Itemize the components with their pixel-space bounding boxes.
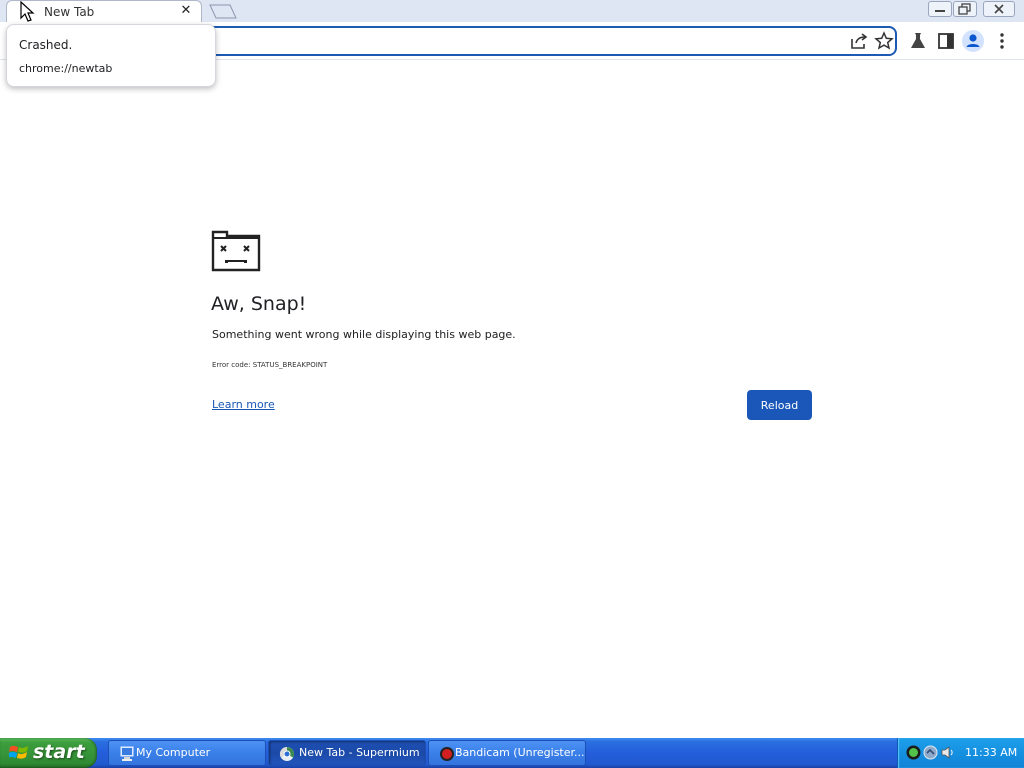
hover-card-url: chrome://newtab — [19, 62, 113, 75]
my-computer-icon — [120, 746, 134, 761]
taskbar-item-bandicam[interactable]: Bandicam (Unregister... — [428, 740, 586, 766]
restore-icon — [958, 3, 971, 15]
windows-logo-icon — [9, 745, 28, 759]
tab-hover-card: Crashed. chrome://newtab — [6, 24, 216, 87]
reload-button[interactable]: Reload — [747, 390, 812, 420]
bookmark-star-icon[interactable] — [874, 31, 894, 51]
address-bar[interactable] — [200, 26, 897, 56]
bandicam-icon — [440, 747, 454, 761]
taskbar-item-label: Bandicam (Unregister... — [455, 746, 585, 759]
profile-avatar-icon[interactable] — [962, 30, 984, 52]
minimize-button[interactable] — [928, 1, 952, 17]
tab-strip: New Tab ✕ — [0, 0, 1024, 23]
new-tab-button[interactable] — [208, 4, 238, 19]
speaker-icon[interactable] — [940, 745, 955, 760]
learn-more-link[interactable]: Learn more — [212, 398, 275, 411]
close-window-button[interactable] — [983, 1, 1015, 17]
taskbar-item-my-computer[interactable]: My Computer — [108, 740, 266, 766]
taskbar-item-label: My Computer — [136, 746, 211, 759]
start-button[interactable]: start — [0, 738, 97, 768]
system-tray: 11:33 AM — [897, 738, 1024, 768]
taskbar: start My Computer New Tab - Supermium Ba… — [0, 738, 1024, 768]
hover-card-status: Crashed. — [19, 38, 73, 52]
sad-tab-icon — [211, 230, 261, 272]
browser-icon — [279, 746, 295, 761]
share-icon[interactable] — [849, 31, 869, 51]
taskbar-item-label: New Tab - Supermium — [299, 746, 420, 759]
minimize-icon — [935, 10, 945, 12]
clock[interactable]: 11:33 AM — [965, 746, 1017, 759]
close-icon — [994, 4, 1004, 14]
kebab-menu-icon[interactable] — [994, 31, 1010, 51]
security-status-icon[interactable] — [906, 745, 921, 760]
error-code: Error code: STATUS_BREAKPOINT — [212, 361, 328, 369]
taskbar-item-new-tab-supermium[interactable]: New Tab - Supermium — [268, 740, 426, 766]
tab-title: New Tab — [44, 5, 95, 19]
error-message: Something went wrong while displaying th… — [212, 328, 516, 341]
mouse-cursor-icon — [20, 1, 35, 22]
side-panel-icon[interactable] — [936, 31, 956, 51]
restore-button[interactable] — [953, 1, 977, 17]
labs-flask-icon[interactable] — [908, 31, 928, 51]
tab-close-icon[interactable]: ✕ — [179, 4, 193, 18]
network-icon[interactable] — [923, 745, 938, 760]
error-heading: Aw, Snap! — [211, 293, 307, 315]
start-label: start — [33, 741, 85, 763]
